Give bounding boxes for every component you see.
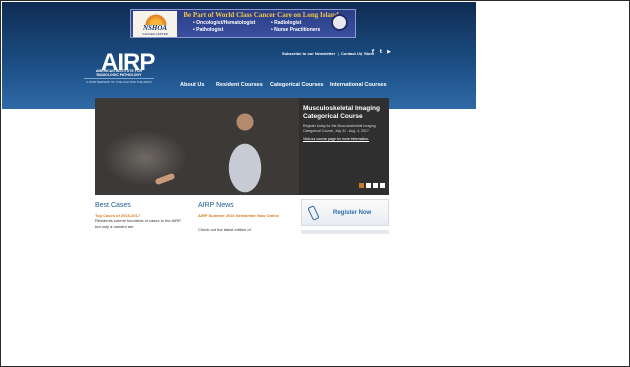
banner-ad[interactable]: NSHOA CANCER CENTER Be Part of World Cla…: [130, 9, 356, 38]
ad-logo-sub: CANCER CENTER: [142, 32, 168, 36]
best-cases-text: Residents submit hundreds of cases to th…: [95, 218, 182, 229]
sidebar-strip: [301, 230, 389, 234]
browser-viewport: NSHOA CANCER CENTER Be Part of World Cla…: [0, 0, 630, 367]
carousel-dot[interactable]: [380, 183, 385, 188]
youtube-icon[interactable]: ▶: [386, 49, 392, 55]
site-header: NSHOA CANCER CENTER Be Part of World Cla…: [2, 2, 476, 109]
util-separator: |: [361, 51, 363, 56]
ad-role: • Radiologist: [271, 20, 302, 26]
ad-logo-text: NSHOA: [142, 24, 168, 32]
nshoa-logo: NSHOA CANCER CENTER: [133, 11, 177, 37]
util-separator: |: [338, 51, 340, 56]
ad-badge-icon: [331, 14, 348, 31]
contact-link[interactable]: Contact Us: [341, 51, 362, 56]
ad-role: • Nurse Practitioners: [271, 27, 321, 33]
logo-subtitle: AMERICAN INSTITUTE FOR RADIOLOGIC PATHOL…: [95, 69, 143, 77]
best-cases-heading[interactable]: Best Cases: [95, 202, 131, 209]
news-heading[interactable]: AIRP News: [198, 202, 234, 209]
logo-divider: [84, 78, 154, 79]
newsletter-link[interactable]: Subscribe to our Newsletter: [282, 51, 335, 56]
hero-carousel[interactable]: Musculoskeletal Imaging Categorical Cour…: [95, 98, 389, 195]
hero-image: [95, 98, 299, 195]
hero-course-link[interactable]: Visit our course page for more informati…: [303, 137, 369, 141]
ad-headline: Be Part of World Class Cancer Care on Lo…: [183, 11, 339, 19]
logo-tagline: A PARTNERSHIP OF THE ACR AND THE ARRS: [86, 80, 152, 84]
twitter-icon[interactable]: t: [378, 49, 384, 55]
carousel-dot[interactable]: [373, 183, 378, 188]
news-text: Check out the latest edition of: [198, 227, 251, 232]
facebook-icon[interactable]: f: [370, 49, 376, 55]
ad-role: • Oncologist/Hematologist: [193, 20, 256, 26]
carousel-dot[interactable]: [359, 183, 364, 188]
register-now-label: Register Now: [333, 210, 372, 216]
hero-caption-panel: Musculoskeletal Imaging Categorical Cour…: [299, 98, 389, 195]
nav-resident-courses[interactable]: Resident Courses: [216, 82, 263, 88]
nav-international-courses[interactable]: International Courses: [330, 82, 387, 88]
nav-categorical-courses[interactable]: Categorical Courses: [270, 82, 324, 88]
nav-about-us[interactable]: About Us: [180, 82, 204, 88]
news-subheading[interactable]: AIRP Summer 2016 Newsletter Now Online: [198, 213, 280, 218]
register-now-button[interactable]: Register Now: [301, 199, 389, 226]
pen-icon: [307, 205, 320, 221]
hero-title: Musculoskeletal Imaging Categorical Cour…: [303, 105, 380, 120]
hero-description: Register today for the Musculoskeletal I…: [303, 124, 376, 133]
ad-role: • Pathologist: [193, 27, 224, 33]
carousel-dot[interactable]: [366, 183, 371, 188]
